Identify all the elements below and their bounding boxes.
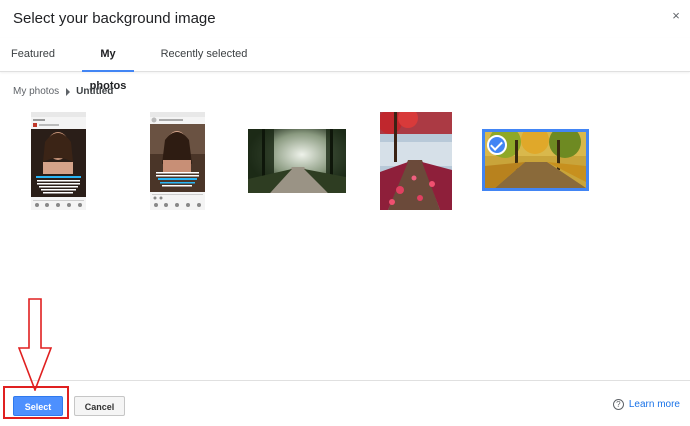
photo-thumbnail-3[interactable] bbox=[248, 129, 346, 193]
photo-thumbnail-4[interactable] bbox=[380, 112, 452, 210]
red-arrow-annotation-icon bbox=[18, 298, 52, 391]
tab-featured[interactable]: Featured bbox=[0, 38, 66, 72]
cancel-button[interactable]: Cancel bbox=[74, 396, 125, 416]
tab-my-photos[interactable]: My photos bbox=[82, 38, 134, 92]
breadcrumb: My photos Untitled bbox=[13, 86, 113, 97]
tab-bar: Featured My photos Recently selected bbox=[0, 38, 690, 92]
tab-recently-selected[interactable]: Recently selected bbox=[156, 38, 252, 72]
photo-thumbnail-2[interactable] bbox=[150, 112, 205, 210]
selected-check-icon bbox=[487, 135, 507, 155]
breadcrumb-root[interactable]: My photos bbox=[13, 86, 59, 97]
learn-more-link[interactable]: ? Learn more bbox=[612, 399, 680, 410]
dialog-title: Select your background image bbox=[13, 10, 216, 27]
breadcrumb-current: Untitled bbox=[76, 86, 114, 97]
background-image-dialog: Select your background image × Featured … bbox=[0, 0, 690, 426]
photo-thumbnail-1[interactable] bbox=[31, 112, 86, 210]
breadcrumb-arrow-icon bbox=[66, 87, 71, 96]
help-icon: ? bbox=[612, 399, 624, 410]
close-icon[interactable]: × bbox=[668, 8, 684, 24]
select-button[interactable]: Select bbox=[13, 396, 63, 416]
learn-more-label: Learn more bbox=[628, 399, 680, 410]
